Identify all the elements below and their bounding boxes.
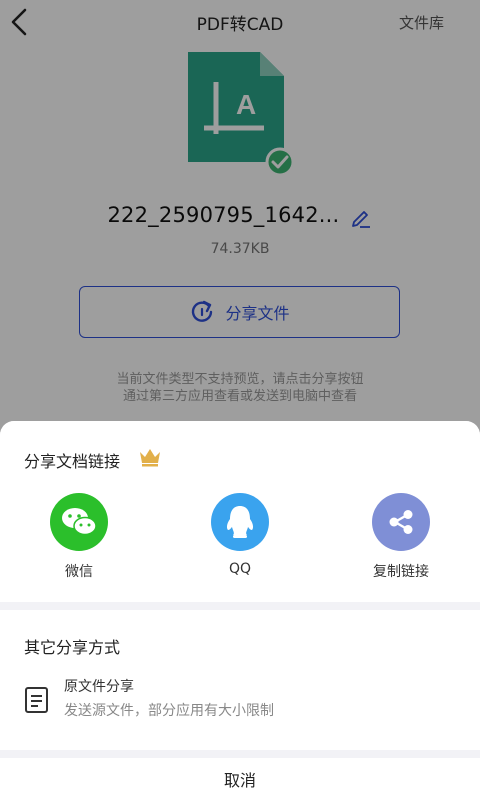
original-file-title: 原文件分享: [64, 679, 134, 695]
qq-icon: [211, 493, 269, 551]
qq-label: QQ: [228, 561, 252, 577]
other-share-section: 其它分享方式 原文件分享 发送源文件，部分应用有大小限制: [0, 610, 480, 750]
share-link-section: 分享文档链接 微信 QQ 复制链接: [0, 421, 480, 602]
share-wechat-option[interactable]: 微信: [24, 493, 134, 583]
other-share-title: 其它分享方式: [24, 638, 121, 657]
document-icon: [24, 686, 50, 714]
wechat-icon: [50, 493, 108, 551]
wechat-label: 微信: [65, 564, 93, 580]
share-bottom-sheet: 分享文档链接 微信 QQ 复制链接 其它分享方式 原文件分享 发送源文件，部分应…: [0, 421, 480, 800]
original-file-share-item[interactable]: 原文件分享 发送源文件，部分应用有大小限制: [0, 670, 480, 740]
crown-icon: [137, 444, 163, 468]
copy-link-label: 复制链接: [373, 564, 429, 580]
cancel-button[interactable]: 取消: [0, 758, 480, 800]
share-copy-link-option[interactable]: 复制链接: [346, 493, 456, 583]
original-file-description: 发送源文件，部分应用有大小限制: [64, 703, 274, 719]
share-link-title: 分享文档链接: [24, 452, 121, 471]
share-link-icon: [372, 493, 430, 551]
share-qq-option[interactable]: QQ: [185, 493, 295, 583]
